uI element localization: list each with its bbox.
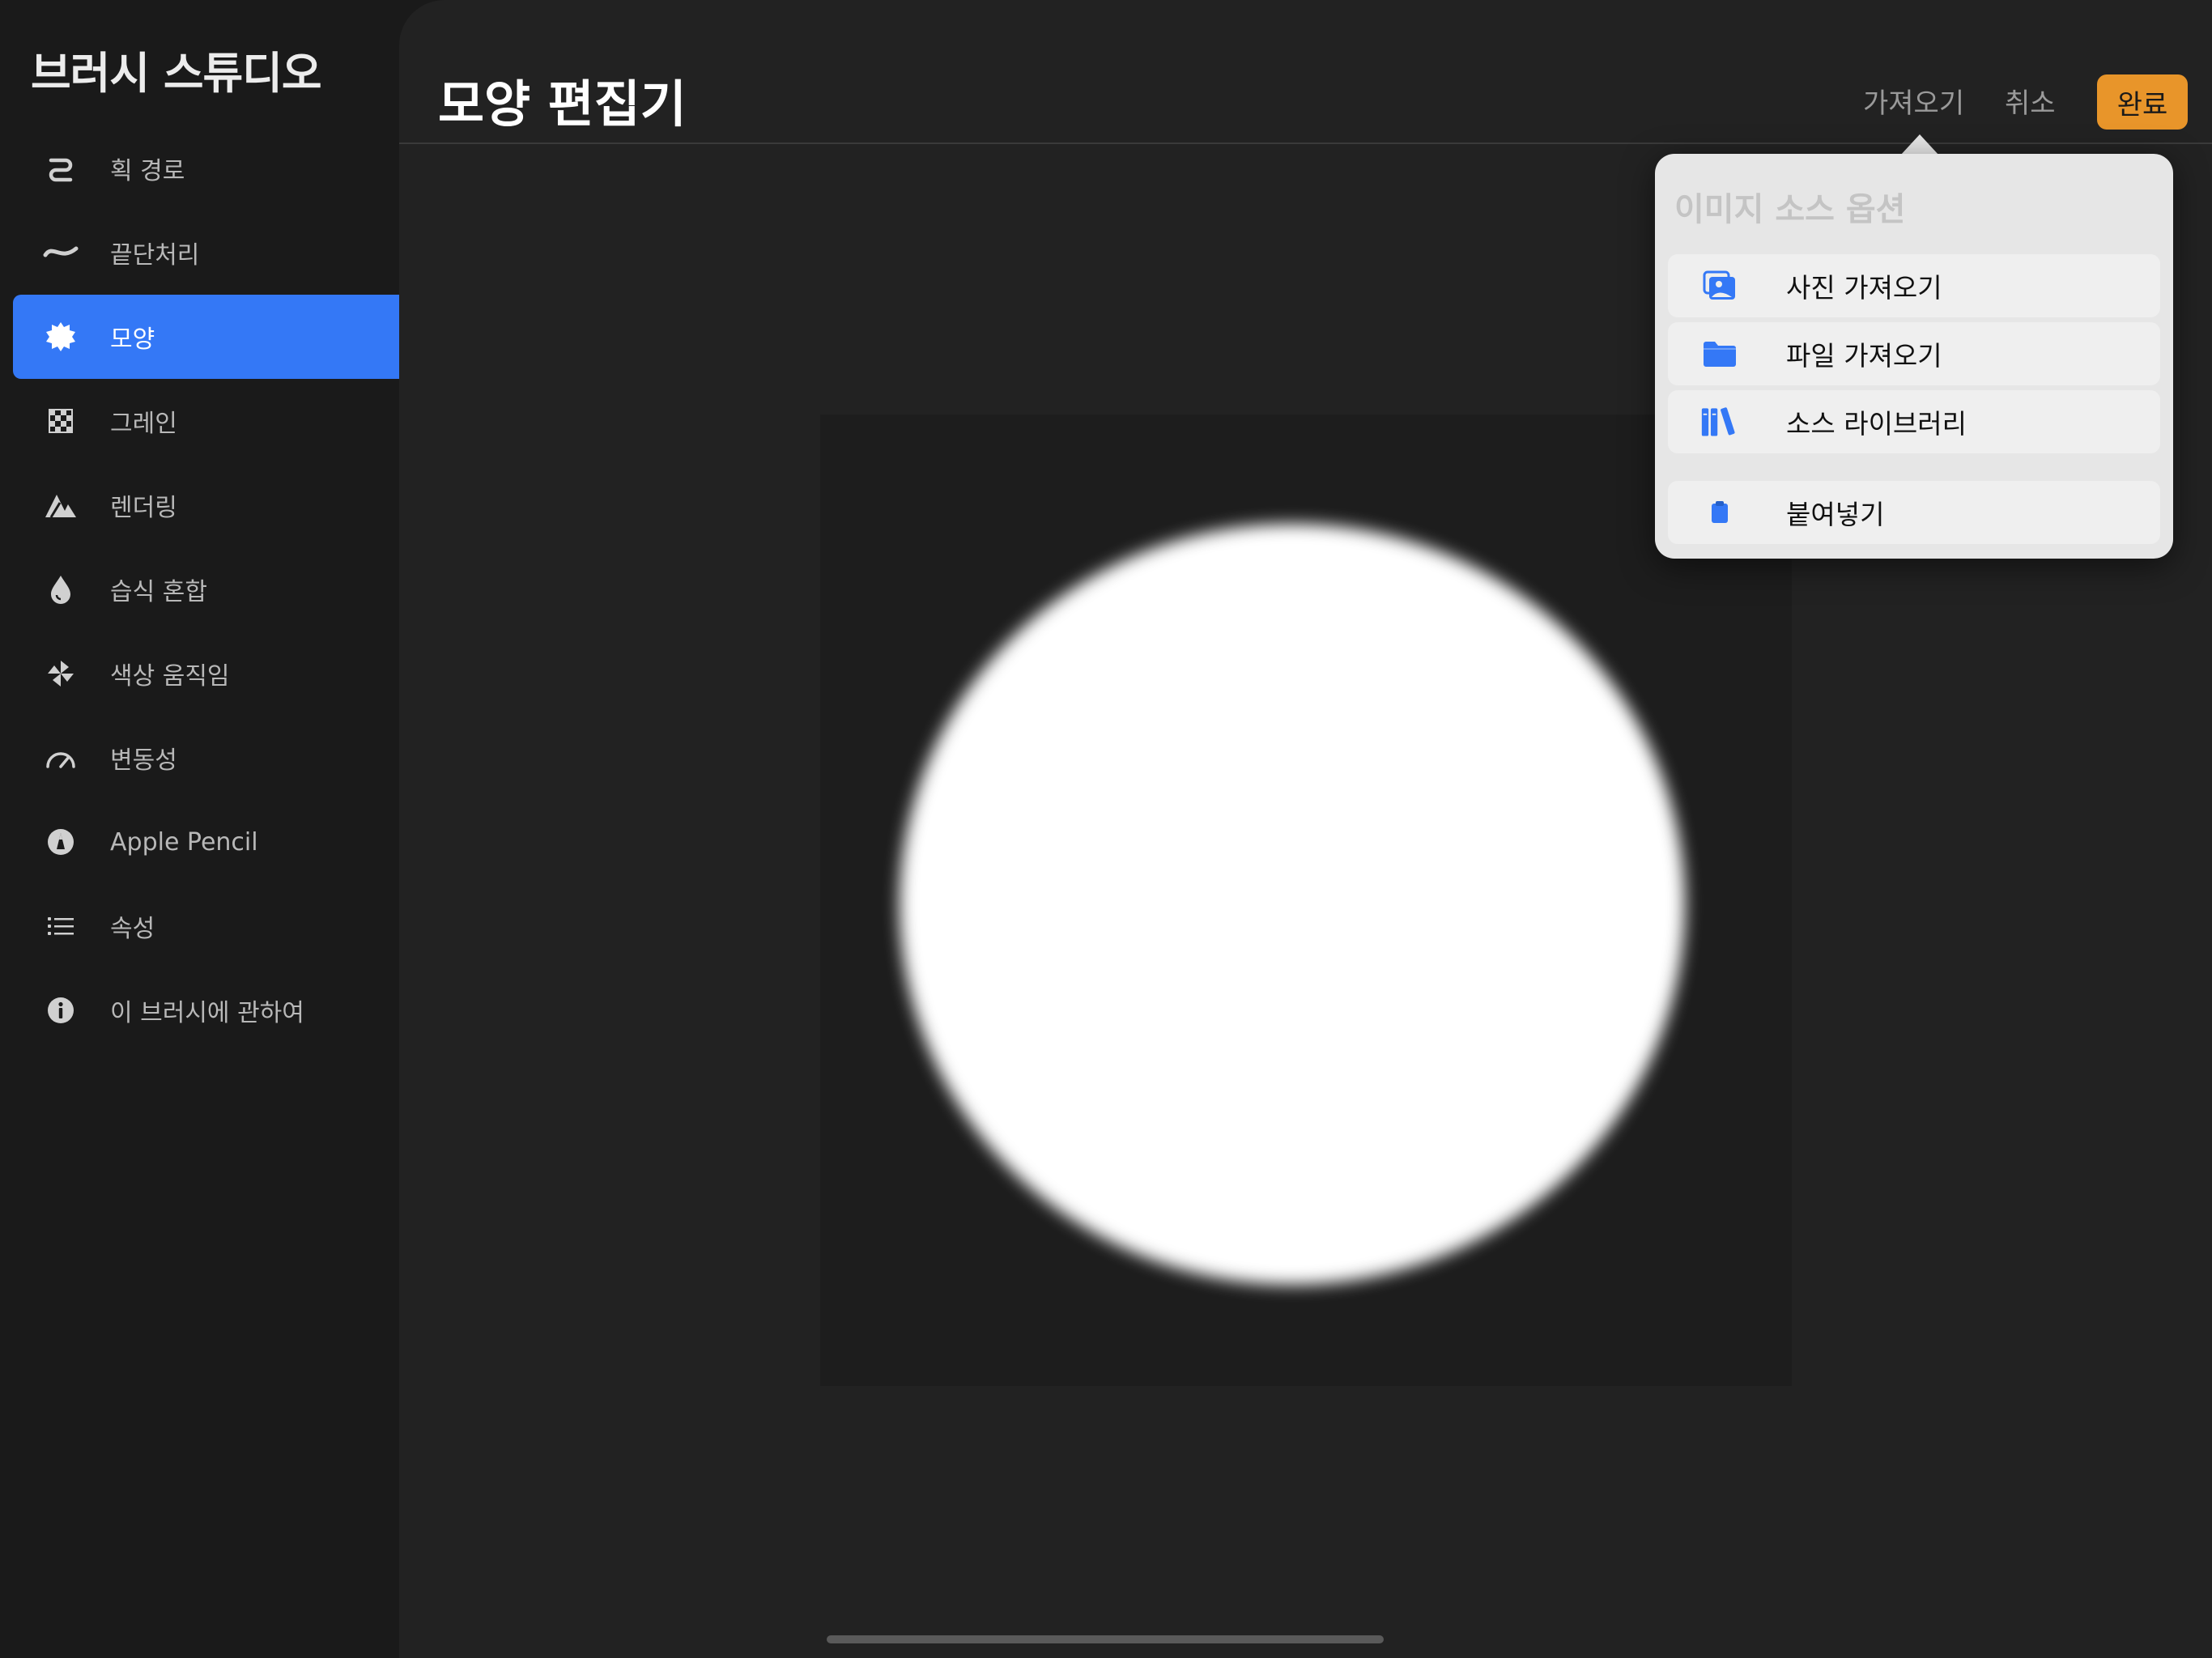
grain-checker-icon — [40, 401, 81, 441]
sidebar-item-label: 모양 — [110, 325, 155, 354]
cancel-button[interactable]: 취소 — [2005, 81, 2056, 121]
sidebar-item-label: 속성 — [110, 915, 155, 943]
sidebar-item-about[interactable]: 이 브러시에 관하여 — [13, 968, 399, 1052]
sidebar-item-label: 이 브러시에 관하여 — [110, 999, 304, 1027]
photo-import-icon — [1700, 266, 1739, 305]
sidebar-item-label: 습식 혼합 — [110, 578, 207, 606]
properties-list-icon — [40, 906, 81, 946]
sidebar-item-rendering[interactable]: 렌더링 — [13, 463, 399, 547]
home-indicator[interactable] — [827, 1635, 1384, 1643]
paste-option[interactable]: 붙여넣기 — [1668, 481, 2160, 544]
sidebar-item-label: 렌더링 — [110, 494, 177, 522]
page-title: 모양 편집기 — [438, 74, 687, 134]
editor-header: 모양 편집기 가져오기 취소 완료 — [399, 0, 2212, 144]
popover-arrow — [1900, 134, 1939, 155]
shape-preview-blob — [900, 524, 1685, 1285]
sidebar-item-label: 그레인 — [110, 410, 177, 438]
sidebar-item-shape[interactable]: 모양 — [13, 295, 399, 379]
clipboard-paste-icon — [1700, 493, 1739, 532]
dynamics-gauge-icon — [40, 738, 81, 778]
source-library-option[interactable]: 소스 라이브러리 — [1668, 390, 2160, 453]
image-source-popover: 이미지 소스 옵션 사진 가져오기 파일 가져오기 소스 라이브러리 붙여넣기 — [1655, 154, 2173, 559]
sidebar-item-apple-pencil[interactable]: Apple Pencil — [13, 800, 399, 884]
color-dynamics-pinwheel-icon — [40, 653, 81, 694]
popover-title: 이미지 소스 옵션 — [1674, 191, 1906, 228]
sidebar: 브러시 스튜디오 획 경로 끝단처리 모양 그레인 렌더링 습식 혼합 색상 움… — [0, 0, 399, 1658]
option-label: 파일 가져오기 — [1786, 340, 1942, 372]
sidebar-item-wet-mix[interactable]: 습식 혼합 — [13, 547, 399, 631]
sidebar-item-taper[interactable]: 끝단처리 — [13, 210, 399, 295]
sidebar-item-label: 색상 움직임 — [110, 662, 230, 691]
option-label: 소스 라이브러리 — [1786, 408, 1967, 440]
sidebar-item-label: Apple Pencil — [110, 827, 258, 857]
import-file-option[interactable]: 파일 가져오기 — [1668, 322, 2160, 385]
sidebar-item-stroke-path[interactable]: 획 경로 — [13, 126, 399, 210]
taper-wave-icon — [40, 232, 81, 273]
done-button[interactable]: 완료 — [2097, 74, 2188, 130]
apple-pencil-icon — [40, 822, 81, 862]
sidebar-item-color-dynamics[interactable]: 색상 움직임 — [13, 631, 399, 716]
option-label: 붙여넣기 — [1786, 499, 1885, 530]
shape-gear-icon — [40, 317, 81, 357]
option-label: 사진 가져오기 — [1786, 272, 1942, 304]
rendering-mountain-icon — [40, 485, 81, 525]
info-icon — [40, 990, 81, 1031]
folder-icon — [1700, 334, 1739, 373]
wet-mix-drop-icon — [40, 569, 81, 610]
app-title: 브러시 스튜디오 — [31, 48, 322, 99]
sidebar-item-label: 획 경로 — [110, 157, 185, 185]
import-photo-option[interactable]: 사진 가져오기 — [1668, 254, 2160, 317]
import-button[interactable]: 가져오기 — [1863, 81, 1964, 121]
sidebar-item-label: 변동성 — [110, 746, 177, 775]
stroke-path-icon — [40, 148, 81, 189]
sidebar-item-dynamics[interactable]: 변동성 — [13, 716, 399, 800]
shape-preview-canvas[interactable] — [820, 414, 1792, 1386]
sidebar-item-label: 끝단처리 — [110, 241, 200, 270]
sidebar-nav: 획 경로 끝단처리 모양 그레인 렌더링 습식 혼합 색상 움직임 변동성 Ap… — [13, 126, 399, 1052]
library-books-icon — [1700, 402, 1739, 441]
sidebar-item-grain[interactable]: 그레인 — [13, 379, 399, 463]
sidebar-item-properties[interactable]: 속성 — [13, 884, 399, 968]
